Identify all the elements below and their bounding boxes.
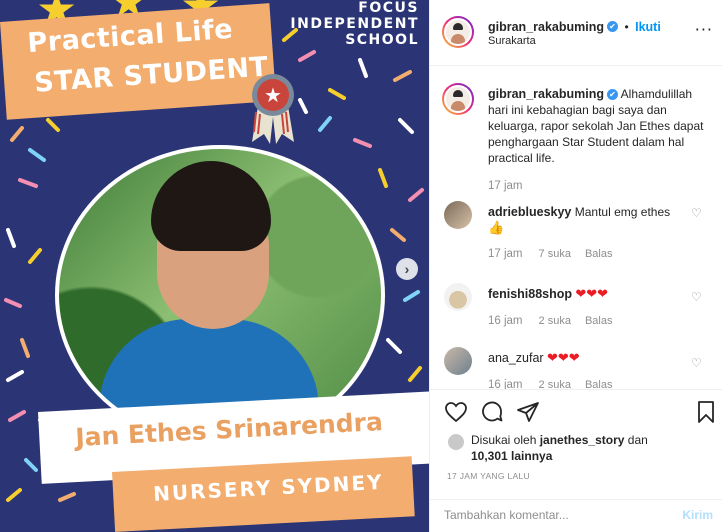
share-send-icon[interactable] (516, 400, 540, 424)
award-subtitle: STAR STUDENT (33, 51, 270, 99)
svg-text:★: ★ (264, 83, 282, 107)
post-image[interactable]: ★ ★ ★ FOCUS INDEPENDENT SCHOOL Practical… (0, 0, 429, 532)
award-title: Practical Life (26, 13, 235, 60)
commenter-avatar[interactable] (444, 201, 472, 229)
comment-time[interactable]: 16 jam (488, 379, 523, 389)
comment-input[interactable] (444, 508, 664, 522)
commenter-username[interactable]: ana_zufar (488, 351, 544, 365)
red-hearts-icon: ❤❤❤ (575, 287, 609, 302)
author-username[interactable]: gibran_rakabuming (488, 20, 604, 34)
reply-button[interactable]: Balas (585, 315, 613, 327)
student-name: Jan Ethes Srinarendra (74, 406, 384, 453)
thumbs-up-icon: 👍 (488, 221, 505, 236)
caption-username[interactable]: gibran_rakabuming (488, 87, 604, 101)
comment-likes[interactable]: 7 suka (539, 248, 571, 260)
reply-button[interactable]: Balas (585, 379, 613, 389)
like-comment-heart-icon[interactable]: ♡ (691, 291, 703, 303)
red-hearts-icon: ❤❤❤ (546, 351, 580, 366)
reply-button[interactable]: Balas (585, 248, 613, 260)
commenter-avatar[interactable] (444, 283, 472, 311)
liked-by-and: dan (627, 433, 648, 447)
add-comment-bar: Kirim (430, 499, 722, 532)
instagram-post-view: ★ ★ ★ FOCUS INDEPENDENT SCHOOL Practical… (0, 0, 722, 532)
like-heart-icon[interactable] (444, 400, 468, 424)
save-bookmark-icon[interactable] (694, 400, 718, 424)
comment-meta: 16 jam 2 suka Balas (488, 379, 626, 389)
award-banner: Practical Life STAR STUDENT (0, 3, 277, 120)
comment-likes[interactable]: 2 suka (539, 315, 571, 327)
comment-time[interactable]: 17 jam (488, 248, 523, 260)
post-actions: Disukai oleh janethes_story dan 10,301 l… (430, 389, 722, 499)
comment-likes[interactable]: 2 suka (539, 379, 571, 389)
commenter-username[interactable]: fenishi88shop (488, 287, 572, 301)
comment-bubble-icon[interactable] (480, 400, 504, 424)
comment-text: fenishi88shop ❤❤❤ (488, 286, 688, 303)
award-ribbon-icon: ★ (252, 74, 294, 144)
class-name: NURSERY SYDNEY (152, 469, 385, 506)
likes-summary: Disukai oleh janethes_story dan 10,301 l… (471, 432, 711, 464)
school-line: INDEPENDENT (290, 16, 419, 32)
like-comment-heart-icon[interactable]: ♡ (691, 357, 703, 369)
comment-text: ana_zufar ❤❤❤ (488, 350, 688, 367)
separator-dot: • (624, 20, 629, 34)
post-time-ago[interactable]: 17 JAM YANG LALU (447, 471, 530, 481)
comments-section[interactable]: gibran_rakabuming ✔ Alhamdulillah hari in… (430, 67, 722, 389)
verified-icon: ✔ (607, 21, 618, 33)
post-caption: gibran_rakabuming ✔ Alhamdulillah hari in… (488, 86, 710, 166)
post-header: gibran_rakabuming ✔ • Ikuti Surakarta ··· (430, 0, 722, 66)
student-hair (151, 161, 271, 251)
liker-avatar[interactable] (447, 433, 465, 451)
more-options-icon[interactable]: ··· (695, 20, 713, 39)
verified-icon: ✔ (607, 89, 618, 101)
comment-meta: 16 jam 2 suka Balas (488, 315, 626, 327)
comment-meta: 17 jam 7 suka Balas (488, 248, 626, 260)
post-comment-button[interactable]: Kirim (682, 508, 713, 522)
school-line: FOCUS (358, 0, 419, 16)
liked-by-prefix: Disukai oleh (471, 433, 537, 447)
next-image-button[interactable]: › (396, 258, 418, 280)
comment-body: Mantul emg ethes (574, 205, 671, 219)
caption-author-avatar[interactable] (442, 83, 474, 115)
caption-timestamp[interactable]: 17 jam (488, 180, 523, 192)
comment-time[interactable]: 16 jam (488, 315, 523, 327)
follow-button[interactable]: Ikuti (635, 20, 661, 34)
comment-text: adrieblueskyy Mantul emg ethes 👍 (488, 204, 688, 237)
post-sidebar: gibran_rakabuming ✔ • Ikuti Surakarta ···… (429, 0, 722, 532)
commenter-avatar[interactable] (444, 347, 472, 375)
post-location[interactable]: Surakarta (488, 35, 536, 47)
commenter-username[interactable]: adrieblueskyy (488, 205, 571, 219)
others-count-link[interactable]: 10,301 lainnya (471, 449, 552, 463)
liked-by-username[interactable]: janethes_story (540, 433, 625, 447)
like-comment-heart-icon[interactable]: ♡ (691, 207, 703, 219)
author-line: gibran_rakabuming ✔ • Ikuti (488, 18, 661, 36)
school-line: SCHOOL (345, 32, 419, 48)
author-avatar[interactable] (442, 16, 474, 48)
school-logo-text: FOCUS INDEPENDENT SCHOOL (290, 0, 419, 48)
